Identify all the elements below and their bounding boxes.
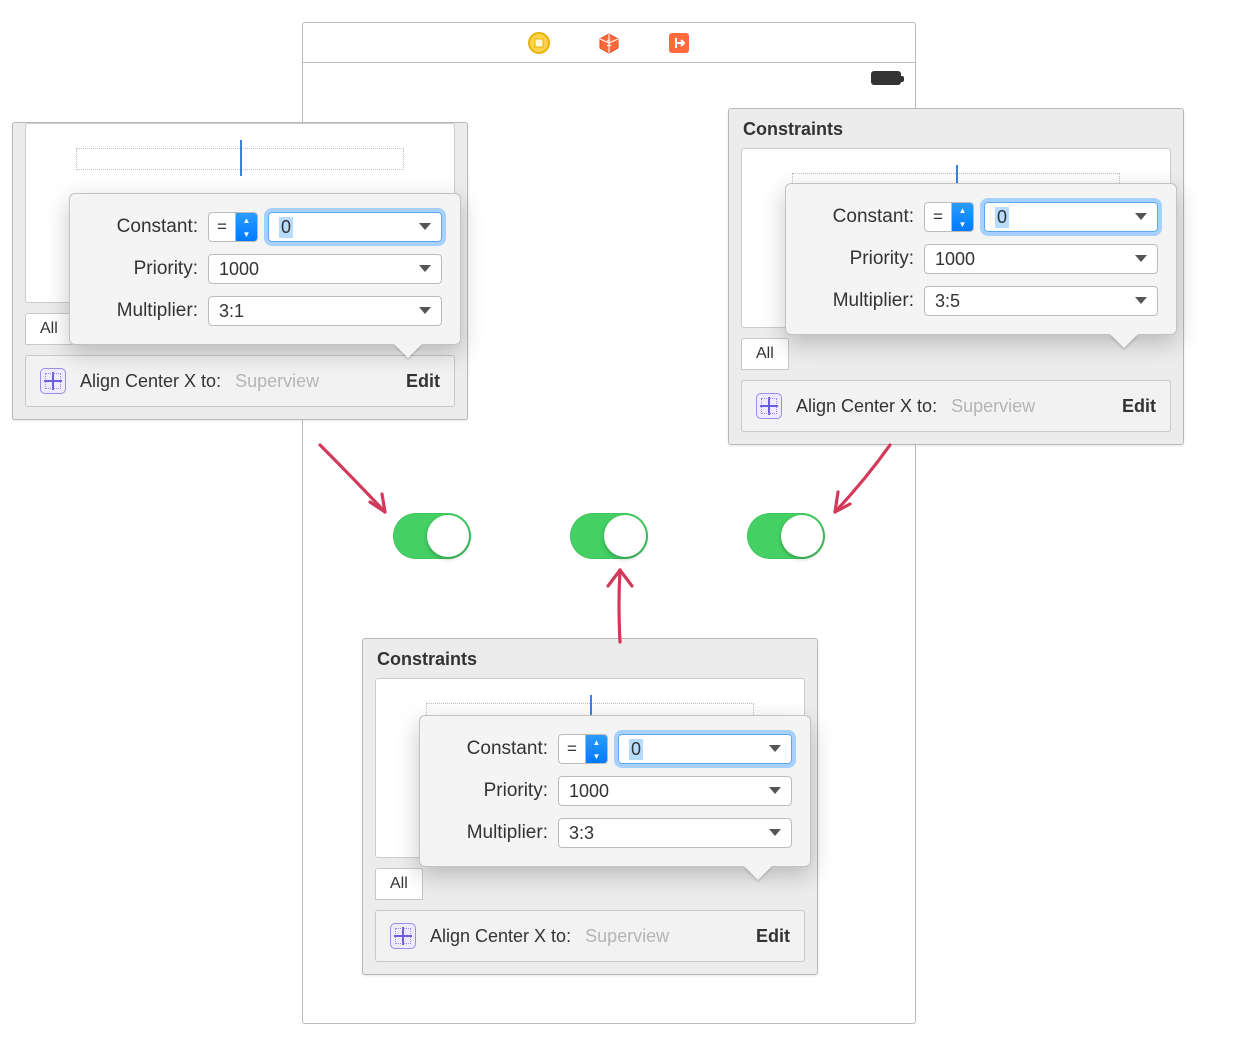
priority-value: 1000 <box>569 781 609 802</box>
multiplier-label: Multiplier: <box>438 822 548 844</box>
priority-value: 1000 <box>935 249 975 270</box>
priority-value: 1000 <box>219 259 259 280</box>
priority-field[interactable]: 1000 <box>924 244 1158 274</box>
chevron-down-icon[interactable] <box>419 223 431 230</box>
cube-icon[interactable]: 1 <box>597 31 621 55</box>
constraint-label: Align Center X to: <box>80 371 221 392</box>
priority-label: Priority: <box>88 258 198 280</box>
constraint-target: Superview <box>585 926 669 947</box>
multiplier-value: 3:1 <box>219 301 244 322</box>
relation-select[interactable]: = ▲▼ <box>558 734 608 764</box>
relation-value: = <box>559 739 585 759</box>
edit-button[interactable]: Edit <box>756 926 790 947</box>
constraint-target: Superview <box>951 396 1035 417</box>
constraint-target: Superview <box>235 371 319 392</box>
multiplier-value: 3:5 <box>935 291 960 312</box>
relation-value: = <box>209 217 235 237</box>
chevron-down-icon[interactable] <box>1135 255 1147 262</box>
constraint-row[interactable]: Align Center X to: Superview Edit <box>741 380 1171 432</box>
stepper-icon[interactable]: ▲▼ <box>951 203 973 231</box>
constraint-filter-tab[interactable]: All <box>25 313 73 345</box>
align-center-x-icon <box>756 393 782 419</box>
constant-value: 0 <box>279 217 293 238</box>
constant-label: Constant: <box>804 206 914 228</box>
edit-button[interactable]: Edit <box>1122 396 1156 417</box>
constraint-row[interactable]: Align Center X to: Superview Edit <box>25 355 455 407</box>
status-bar <box>871 71 901 85</box>
priority-field[interactable]: 1000 <box>558 776 792 806</box>
annotation-arrow-left <box>300 440 420 530</box>
constant-value: 0 <box>995 207 1009 228</box>
exit-icon[interactable] <box>667 31 691 55</box>
svg-text:1: 1 <box>606 38 611 48</box>
priority-field[interactable]: 1000 <box>208 254 442 284</box>
multiplier-label: Multiplier: <box>804 290 914 312</box>
constraint-filter-tab[interactable]: All <box>375 868 423 900</box>
guide-centerline <box>240 140 242 176</box>
constraint-row[interactable]: Align Center X to: Superview Edit <box>375 910 805 962</box>
constraint-filter-tab[interactable]: All <box>741 338 789 370</box>
multiplier-label: Multiplier: <box>88 300 198 322</box>
switch-center[interactable] <box>570 513 648 559</box>
constraint-popover: Constant: = ▲▼ 0 Priority: 1000 Multipli… <box>419 715 811 867</box>
chevron-down-icon[interactable] <box>769 787 781 794</box>
multiplier-value: 3:3 <box>569 823 594 844</box>
chevron-down-icon[interactable] <box>1135 297 1147 304</box>
chevron-down-icon[interactable] <box>769 829 781 836</box>
constant-label: Constant: <box>88 216 198 238</box>
battery-icon <box>871 71 901 85</box>
panel-title: Constraints <box>729 109 1183 148</box>
constraints-panel-right: Constraints All Align Center X to: Super… <box>728 108 1184 445</box>
processor-icon[interactable] <box>527 31 551 55</box>
constraint-popover: Constant: = ▲▼ 0 Priority: 1000 Multipli… <box>785 183 1177 335</box>
constraint-label: Align Center X to: <box>430 926 571 947</box>
stepper-icon[interactable]: ▲▼ <box>585 735 607 763</box>
constraint-label: Align Center X to: <box>796 396 937 417</box>
constant-field[interactable]: 0 <box>618 734 792 764</box>
chevron-down-icon[interactable] <box>1135 213 1147 220</box>
annotation-arrow-center <box>580 560 660 650</box>
device-topbar: 1 <box>303 23 915 63</box>
constraints-panel-left: Constraints All Align Center X to: Super… <box>12 122 468 420</box>
relation-select[interactable]: = ▲▼ <box>924 202 974 232</box>
multiplier-field[interactable]: 3:1 <box>208 296 442 326</box>
chevron-down-icon[interactable] <box>419 265 431 272</box>
multiplier-field[interactable]: 3:5 <box>924 286 1158 316</box>
constraint-popover: Constant: = ▲▼ 0 Priority: 1000 Multipli… <box>69 193 461 345</box>
annotation-arrow-right <box>810 440 910 530</box>
relation-select[interactable]: = ▲▼ <box>208 212 258 242</box>
align-center-x-icon <box>390 923 416 949</box>
stepper-icon[interactable]: ▲▼ <box>235 213 257 241</box>
chevron-down-icon[interactable] <box>769 745 781 752</box>
edit-button[interactable]: Edit <box>406 371 440 392</box>
multiplier-field[interactable]: 3:3 <box>558 818 792 848</box>
constant-field[interactable]: 0 <box>268 212 442 242</box>
constant-label: Constant: <box>438 738 548 760</box>
constraints-panel-center: Constraints All Align Center X to: Super… <box>362 638 818 975</box>
relation-value: = <box>925 207 951 227</box>
constant-value: 0 <box>629 739 643 760</box>
align-center-x-icon <box>40 368 66 394</box>
priority-label: Priority: <box>438 780 548 802</box>
priority-label: Priority: <box>804 248 914 270</box>
chevron-down-icon[interactable] <box>419 307 431 314</box>
constant-field[interactable]: 0 <box>984 202 1158 232</box>
